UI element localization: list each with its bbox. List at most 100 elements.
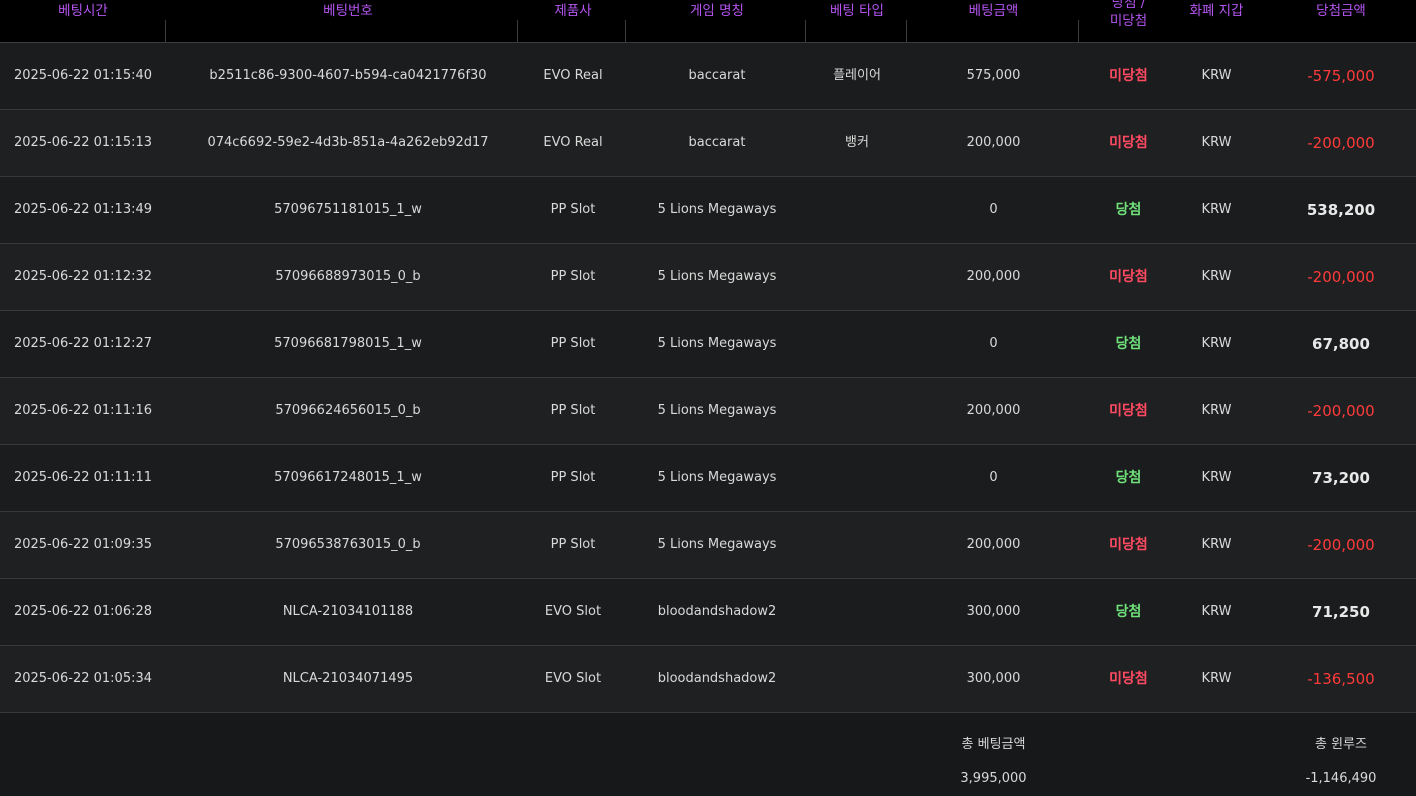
cell-provider: EVO Slot — [544, 604, 602, 619]
cell-result: 당첨 — [1115, 470, 1142, 486]
cell-bet-type — [807, 512, 907, 578]
cell-provider: PP Slot — [550, 202, 596, 217]
cell-bet-time: 2025-06-22 01:13:49 — [13, 202, 153, 217]
total-winloss-label: 총 윈루즈 — [1315, 737, 1367, 752]
cell-bet-amount: 200,000 — [966, 135, 1021, 150]
cell-win-amount: -200,000 — [1307, 536, 1375, 554]
cell-bet-amount: 0 — [989, 336, 998, 351]
cell-result: 미당첨 — [1109, 671, 1148, 687]
cell-result: 당첨 — [1115, 202, 1142, 218]
cell-bet-type — [807, 445, 907, 511]
cell-bet-amount: 200,000 — [966, 269, 1021, 284]
cell-bet-id: NLCA-21034071495 — [282, 671, 414, 686]
cell-wallet: KRW — [1201, 269, 1232, 284]
cell-wallet: KRW — [1201, 671, 1232, 686]
cell-provider: PP Slot — [550, 470, 596, 485]
table-footer: 총 베팅금액 3,995,000 총 윈루즈 -1,146,490 — [0, 713, 1416, 796]
cell-win-amount: -200,000 — [1307, 134, 1375, 152]
table-row: 2025-06-22 01:05:34 NLCA-21034071495 EVO S… — [0, 646, 1416, 713]
cell-bet-type — [807, 177, 907, 243]
cell-result: 당첨 — [1115, 336, 1142, 352]
cell-game-name: 5 Lions Megaways — [657, 470, 777, 485]
cell-game-name: 5 Lions Megaways — [657, 202, 777, 217]
cell-win-amount: -200,000 — [1307, 402, 1375, 420]
cell-provider: PP Slot — [550, 336, 596, 351]
cell-game-name: 5 Lions Megaways — [657, 336, 777, 351]
table-row: 2025-06-22 01:12:32 57096688973015_0_b PP … — [0, 244, 1416, 311]
table-body: 2025-06-22 01:15:40 b2511c86-9300-4607-b5… — [0, 43, 1416, 713]
cell-game-name: baccarat — [688, 68, 746, 83]
cell-bet-type — [807, 579, 907, 645]
cell-provider: PP Slot — [550, 269, 596, 284]
cell-bet-amount: 300,000 — [966, 671, 1021, 686]
cell-result: 미당첨 — [1109, 403, 1148, 419]
cell-wallet: KRW — [1201, 403, 1232, 418]
cell-provider: PP Slot — [550, 403, 596, 418]
cell-bet-amount: 200,000 — [966, 537, 1021, 552]
cell-bet-time: 2025-06-22 01:05:34 — [13, 671, 153, 686]
cell-bet-id: NLCA-21034101188 — [282, 604, 414, 619]
cell-game-name: 5 Lions Megaways — [657, 537, 777, 552]
cell-result: 미당첨 — [1109, 135, 1148, 151]
table-row: 2025-06-22 01:13:49 57096751181015_1_w PP … — [0, 177, 1416, 244]
column-header-time: 베팅시간 — [0, 0, 166, 42]
cell-provider: EVO Slot — [544, 671, 602, 686]
cell-bet-amount: 300,000 — [966, 604, 1021, 619]
cell-bet-id: 074c6692-59e2-4d3b-851a-4a262eb92d17 — [207, 135, 489, 150]
table-row: 2025-06-22 01:15:13 074c6692-59e2-4d3b-85… — [0, 110, 1416, 177]
cell-win-amount: -575,000 — [1307, 67, 1375, 85]
cell-bet-id: 57096751181015_1_w — [274, 202, 422, 217]
cell-wallet: KRW — [1201, 537, 1232, 552]
cell-bet-time: 2025-06-22 01:12:32 — [13, 269, 153, 284]
cell-wallet: KRW — [1201, 336, 1232, 351]
cell-bet-time: 2025-06-22 01:09:35 — [13, 537, 153, 552]
column-header-provider: 제품사 — [520, 0, 626, 42]
total-bet-value: 3,995,000 — [960, 771, 1027, 786]
cell-bet-amount: 0 — [989, 202, 998, 217]
table-row: 2025-06-22 01:11:11 57096617248015_1_w PP … — [0, 445, 1416, 512]
table-row: 2025-06-22 01:09:35 57096538763015_0_b PP … — [0, 512, 1416, 579]
cell-bet-id: 57096617248015_1_w — [274, 470, 422, 485]
cell-win-amount: -200,000 — [1307, 268, 1375, 286]
cell-wallet: KRW — [1201, 470, 1232, 485]
cell-game-name: 5 Lions Megaways — [657, 403, 777, 418]
cell-result: 미당첨 — [1109, 269, 1148, 285]
cell-win-amount: -136,500 — [1307, 670, 1375, 688]
column-header-result: 당첨 / 미당첨 — [1109, 0, 1148, 29]
cell-bet-amount: 575,000 — [966, 68, 1021, 83]
cell-game-name: bloodandshadow2 — [657, 671, 777, 686]
betting-history-page: 베팅시간 베팅번호 제품사 게임 명칭 베팅 타입 베팅금액 당첨 / 미당첨 … — [0, 0, 1416, 796]
cell-bet-type — [807, 378, 907, 444]
cell-wallet: KRW — [1201, 202, 1232, 217]
cell-provider: PP Slot — [550, 537, 596, 552]
cell-bet-time: 2025-06-22 01:15:13 — [13, 135, 153, 150]
cell-bet-id: 57096681798015_1_w — [274, 336, 422, 351]
cell-bet-id: 57096624656015_0_b — [275, 403, 421, 418]
column-header-game: 게임 명칭 — [628, 0, 806, 42]
cell-bet-type — [807, 244, 907, 310]
table-header: 베팅시간 베팅번호 제품사 게임 명칭 베팅 타입 베팅금액 당첨 / 미당첨 … — [0, 0, 1416, 43]
table-row: 2025-06-22 01:15:40 b2511c86-9300-4607-b5… — [0, 43, 1416, 110]
total-bet-label: 총 베팅금액 — [961, 737, 1026, 752]
cell-win-amount: 538,200 — [1306, 201, 1376, 219]
column-header-bet-amount: 베팅금액 — [908, 0, 1079, 42]
cell-win-amount: 71,250 — [1312, 603, 1370, 621]
cell-bet-time: 2025-06-22 01:11:16 — [13, 403, 153, 418]
cell-result: 당첨 — [1115, 604, 1142, 620]
cell-result: 미당첨 — [1109, 68, 1148, 84]
cell-win-amount: 73,200 — [1312, 469, 1370, 487]
cell-wallet: KRW — [1201, 135, 1232, 150]
cell-provider: EVO Real — [543, 135, 603, 150]
cell-game-name: 5 Lions Megaways — [657, 269, 777, 284]
cell-wallet: KRW — [1201, 68, 1232, 83]
cell-bet-type: 뱅커 — [845, 135, 869, 150]
cell-bet-amount: 200,000 — [966, 403, 1021, 418]
column-header-win-amount: 당첨금액 — [1316, 3, 1366, 19]
cell-game-name: bloodandshadow2 — [657, 604, 777, 619]
column-header-wallet: 화폐 지갑 — [1189, 3, 1244, 19]
cell-bet-amount: 0 — [989, 470, 998, 485]
cell-bet-type: 플레이어 — [833, 68, 881, 83]
cell-bet-time: 2025-06-22 01:12:27 — [13, 336, 153, 351]
cell-bet-time: 2025-06-22 01:06:28 — [13, 604, 153, 619]
column-header-bet-id: 베팅번호 — [178, 0, 518, 42]
